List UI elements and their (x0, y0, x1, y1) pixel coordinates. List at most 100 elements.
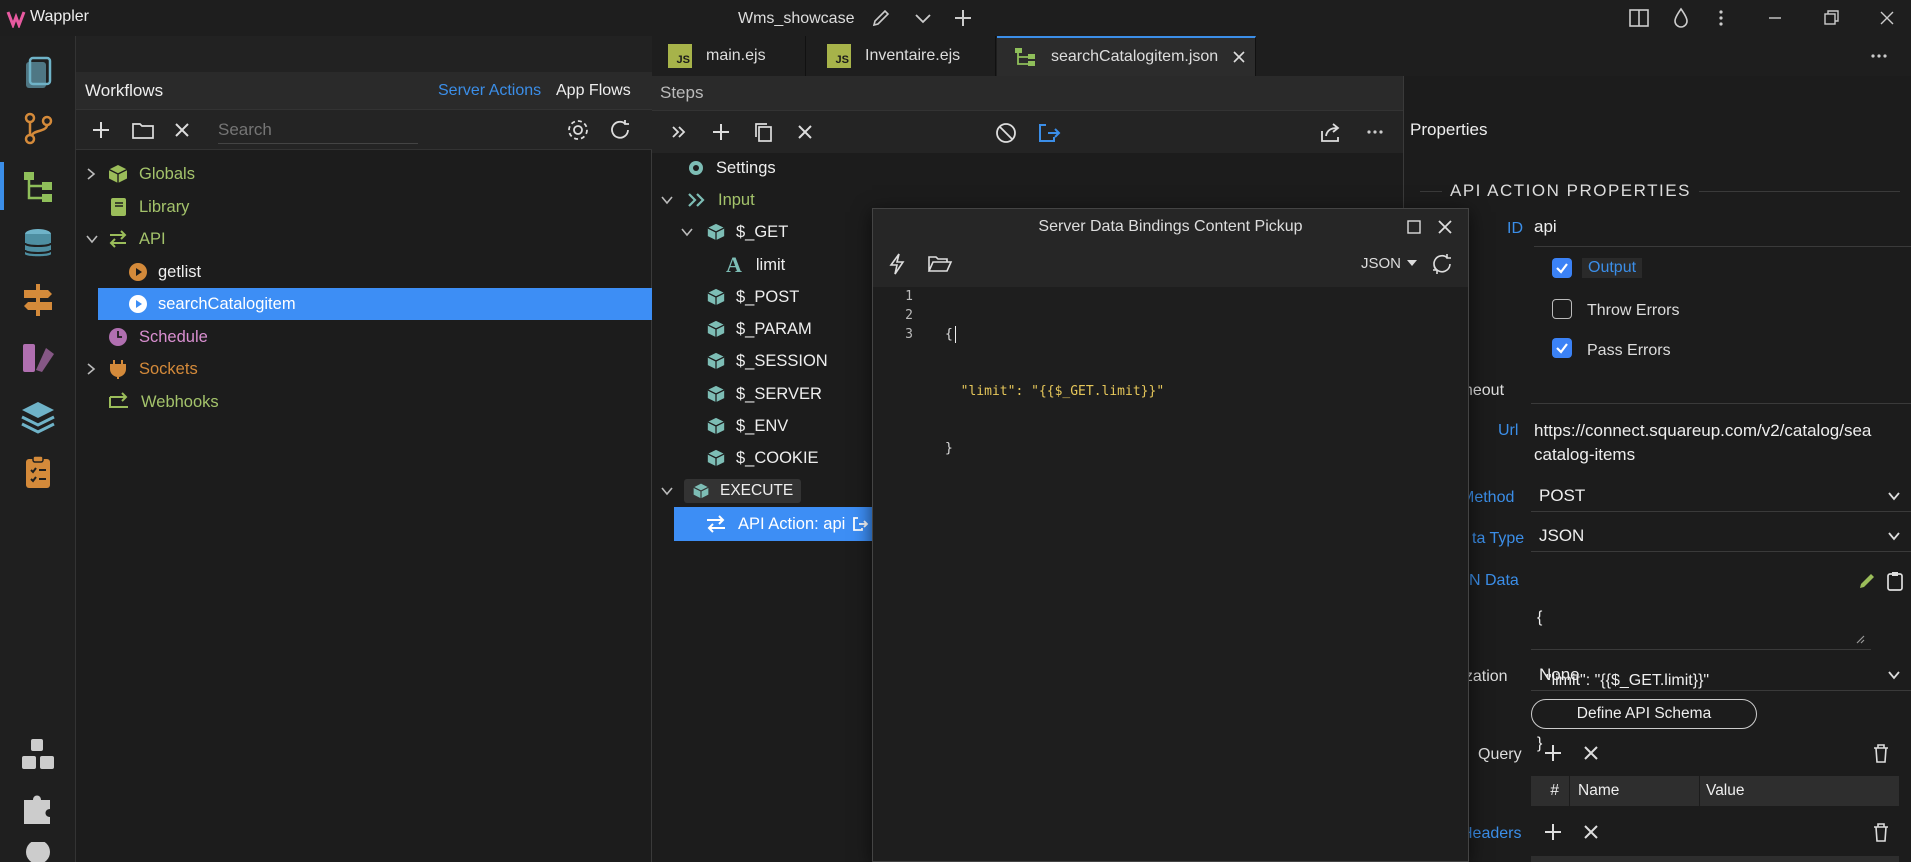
tree-item-schedule[interactable]: Schedule (76, 321, 652, 353)
expand-icon[interactable] (668, 121, 690, 143)
pass-errors-checkbox[interactable] (1552, 338, 1572, 358)
timeout-field[interactable] (1531, 403, 1911, 404)
tab-main-ejs[interactable]: JS main.ejs (652, 36, 806, 76)
step-post[interactable]: $_POST (706, 281, 799, 313)
steps-title: Steps (660, 83, 704, 102)
search-input[interactable] (218, 116, 418, 144)
step-get[interactable]: $_GET (680, 216, 788, 248)
tree-item-api[interactable]: API (76, 223, 652, 255)
tab-searchcatalogitem[interactable]: searchCatalogitem.json (997, 36, 1256, 76)
properties-panel: Properties API ACTION PROPERTIES ID api … (1403, 76, 1911, 862)
properties-title: Properties (1410, 120, 1488, 139)
restore-icon[interactable] (1820, 7, 1842, 29)
step-settings[interactable]: Settings (686, 152, 776, 184)
add-query-icon[interactable] (1542, 742, 1564, 764)
step-execute[interactable]: EXECUTE (660, 475, 802, 507)
disable-icon[interactable] (994, 121, 1018, 145)
lightning-icon[interactable] (887, 252, 907, 276)
close-tab-icon[interactable] (1232, 50, 1246, 64)
minimize-icon[interactable] (1764, 7, 1786, 29)
tree-item-getlist[interactable]: getlist (76, 256, 652, 288)
tab-server-actions[interactable]: Server Actions (438, 82, 541, 100)
tab-app-flows[interactable]: App Flows (556, 82, 631, 100)
method-select[interactable]: POST (1531, 478, 1911, 512)
design-icon[interactable] (18, 338, 58, 378)
datatype-select[interactable]: JSON (1531, 518, 1911, 552)
database-icon[interactable] (18, 224, 58, 264)
play-circle-icon (129, 295, 147, 313)
more-horizontal-icon[interactable] (1364, 121, 1386, 143)
text-type-icon: A (726, 252, 742, 277)
more-vertical-icon[interactable] (1710, 7, 1732, 29)
routing-icon[interactable] (18, 280, 58, 320)
pages-icon[interactable] (18, 54, 58, 94)
gear-icon (689, 161, 703, 175)
add-icon[interactable] (90, 119, 112, 141)
copy-icon[interactable] (752, 121, 774, 143)
close-icon[interactable] (1435, 217, 1455, 237)
trash-icon[interactable] (1870, 821, 1892, 843)
refresh-icon[interactable] (608, 118, 632, 142)
format-select[interactable]: JSON (1361, 255, 1418, 272)
add-icon[interactable] (710, 121, 732, 143)
url-field[interactable]: https://connect.squareup.com/v2/catalog/… (1534, 419, 1911, 467)
json-data-textarea[interactable]: { "limit": "{{$_GET.limit}}" } (1531, 562, 1871, 752)
step-limit[interactable]: A limit (726, 249, 785, 281)
pencil-icon[interactable] (870, 7, 892, 29)
tree-item-globals[interactable]: Globals (76, 158, 652, 190)
step-cookie[interactable]: $_COOKIE (706, 442, 819, 474)
git-icon[interactable] (18, 108, 58, 148)
headers-table-header (1531, 856, 1899, 862)
puzzle-icon[interactable] (18, 788, 58, 828)
gear-icon[interactable] (566, 118, 590, 142)
step-input[interactable]: Input (660, 184, 755, 216)
maximize-icon[interactable] (1405, 218, 1423, 236)
step-server[interactable]: $_SERVER (706, 378, 822, 410)
chevron-down-icon (1888, 492, 1900, 501)
trash-icon[interactable] (1870, 742, 1892, 764)
step-api-action[interactable]: API Action: api (674, 507, 872, 541)
layers-icon[interactable] (18, 396, 58, 436)
step-param[interactable]: $_PARAM (706, 313, 812, 345)
headers-label: Headers (1461, 825, 1522, 842)
step-env[interactable]: $_ENV (706, 410, 788, 442)
close-icon[interactable] (1876, 7, 1898, 29)
define-api-schema-button[interactable]: Define API Schema (1531, 699, 1757, 729)
tree-item-searchcatalogitem[interactable]: searchCatalogitem (98, 288, 652, 320)
throw-errors-checkbox[interactable] (1552, 299, 1572, 319)
tree-item-library[interactable]: Library (76, 191, 652, 223)
remove-header-icon[interactable] (1580, 821, 1602, 843)
share-icon[interactable] (1318, 121, 1344, 145)
clipboard-icon[interactable] (1884, 570, 1906, 592)
step-session[interactable]: $_SESSION (706, 345, 828, 377)
workflow-icon[interactable] (18, 166, 58, 206)
add-header-icon[interactable] (1542, 821, 1564, 843)
settings-icon[interactable] (18, 842, 58, 862)
more-horizontal-icon[interactable] (1868, 45, 1890, 67)
tree-item-webhooks[interactable]: Webhooks (76, 386, 652, 418)
folder-open-icon[interactable] (927, 253, 953, 275)
id-field[interactable]: api (1534, 217, 1911, 247)
delete-icon[interactable] (794, 121, 816, 143)
add-icon[interactable] (952, 7, 974, 29)
edit-icon[interactable] (1856, 570, 1878, 592)
tree-item-sockets[interactable]: Sockets (76, 353, 652, 385)
refresh-icon[interactable] (1430, 252, 1454, 276)
remove-query-icon[interactable] (1580, 742, 1602, 764)
project-name[interactable]: Wms_showcase (738, 10, 854, 28)
delete-icon[interactable] (171, 119, 193, 141)
layout-icon[interactable] (1628, 7, 1650, 29)
folder-icon[interactable] (131, 119, 155, 141)
output-icon[interactable] (1036, 121, 1062, 145)
tab-inventaire-ejs[interactable]: JS Inventaire.ejs (807, 36, 996, 76)
output-checkbox[interactable] (1552, 258, 1572, 278)
authorization-select[interactable]: None (1531, 657, 1911, 691)
tasks-icon[interactable] (18, 452, 58, 492)
wappler-logo (6, 8, 26, 28)
tree-label: Library (139, 197, 190, 216)
drop-icon[interactable] (1670, 7, 1692, 29)
chevron-down-icon (1888, 532, 1900, 541)
code-editor[interactable]: 1 2 3 { "limit": "{{$_GET.limit}}" } (873, 287, 1468, 861)
extensions-icon[interactable] (18, 734, 58, 774)
chevron-down-icon[interactable] (912, 7, 934, 29)
